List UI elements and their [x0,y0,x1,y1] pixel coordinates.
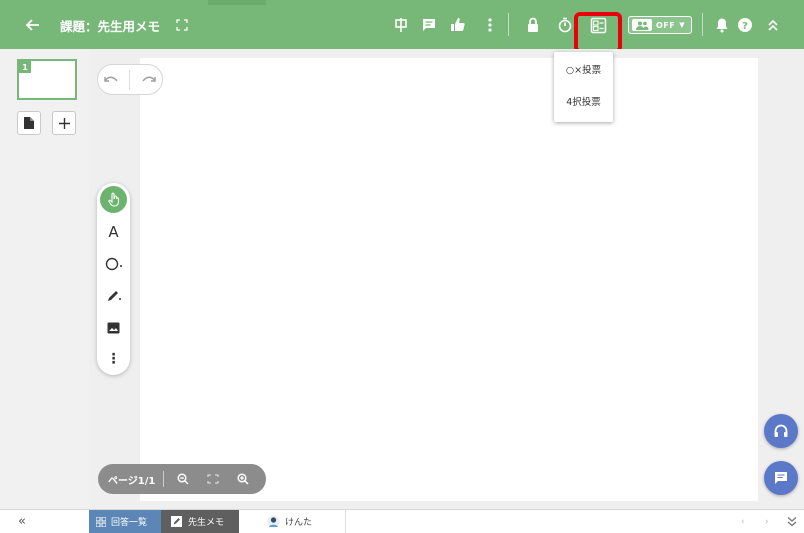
group-icon [632,19,652,31]
avatar [267,515,280,528]
svg-text:?: ? [742,21,748,32]
circle-shape-icon [105,257,122,270]
comment-icon[interactable] [417,13,441,37]
highlight-annotation [574,12,622,53]
more-tools-button[interactable]: ⋮ [100,345,127,372]
bottom-tab-bar: « 回答一覧 先生メモ けんた ‹ › [0,509,804,533]
toolbar-separator [508,13,509,36]
collapse-up-icon[interactable] [761,13,785,37]
undo-icon[interactable] [104,72,118,88]
page-title: 課題：先生用メモ [60,18,161,34]
text-tool[interactable]: A [100,218,127,245]
expand-left-icon[interactable]: « [18,510,26,533]
group-off-toggle[interactable]: OFF ▼ [628,16,692,34]
lock-icon[interactable] [521,13,545,37]
edit-note-icon [171,516,182,527]
more-vert-icon[interactable] [478,13,502,37]
grid-icon [96,516,106,527]
scroll-right-icon[interactable]: › [765,510,769,533]
undo-redo-divider [129,69,131,90]
page-sidebar: 1 [0,49,89,509]
add-page-button[interactable] [52,111,76,135]
page-indicator: ページ1/1 [108,475,156,487]
undo-redo-group [97,64,163,95]
hand-pointer-tool[interactable] [100,186,127,213]
page-file-button[interactable] [17,111,41,135]
chevron-down-icon: ▼ [679,21,685,29]
top-toolbar: 課題：先生用メモ OFF ▼ ? [0,0,804,53]
thumbs-up-icon[interactable] [446,13,470,37]
toolbar-notch [208,0,266,5]
drawing-canvas[interactable] [140,58,758,501]
tool-palette: A ⋮ [97,183,130,375]
page-thumbnail[interactable]: 1 [17,59,77,100]
scroll-left-icon[interactable]: ‹ [741,510,745,533]
chat-button[interactable] [764,461,798,495]
image-icon [107,322,120,333]
tab-teacher-memo-label: 先生メモ [188,518,225,528]
back-arrow-icon[interactable] [22,14,44,36]
zoom-in-icon[interactable] [232,473,254,485]
tab-student-label: けんた [285,518,313,528]
tab-answer-list[interactable]: 回答一覧 [89,510,161,533]
redo-icon[interactable] [142,72,156,88]
tab-teacher-memo[interactable]: 先生メモ [161,510,239,533]
zoom-controls: ページ1/1 [98,464,266,494]
vote-dropdown-menu: ○×投票 4択投票 [554,52,613,122]
chinese-char-icon[interactable] [389,13,413,37]
page-number-badge: 1 [19,61,31,73]
help-icon[interactable]: ? [733,13,757,37]
toggle-label: OFF [656,20,676,30]
tab-student[interactable]: けんた [239,510,346,533]
toolbar-separator [702,13,703,36]
plus-icon [58,117,70,129]
bell-icon[interactable] [710,13,734,37]
zoom-out-icon[interactable] [172,473,194,485]
headset-support-button[interactable] [764,414,798,448]
fullscreen-icon[interactable] [174,17,190,33]
shape-tool[interactable] [100,250,127,277]
menu-item-four-choice-vote[interactable]: 4択投票 [554,87,613,115]
tab-answer-list-label: 回答一覧 [111,518,148,528]
image-tool[interactable] [100,314,127,341]
headset-icon [774,424,788,437]
menu-item-ox-vote[interactable]: ○×投票 [554,55,613,83]
collapse-down-icon[interactable] [787,510,797,533]
pen-icon [107,290,121,301]
hand-icon [107,192,119,207]
file-icon [24,117,34,129]
zoom-divider [163,471,165,487]
pen-tool[interactable] [100,282,127,309]
fit-screen-icon[interactable] [202,474,224,484]
chat-icon [775,472,787,484]
